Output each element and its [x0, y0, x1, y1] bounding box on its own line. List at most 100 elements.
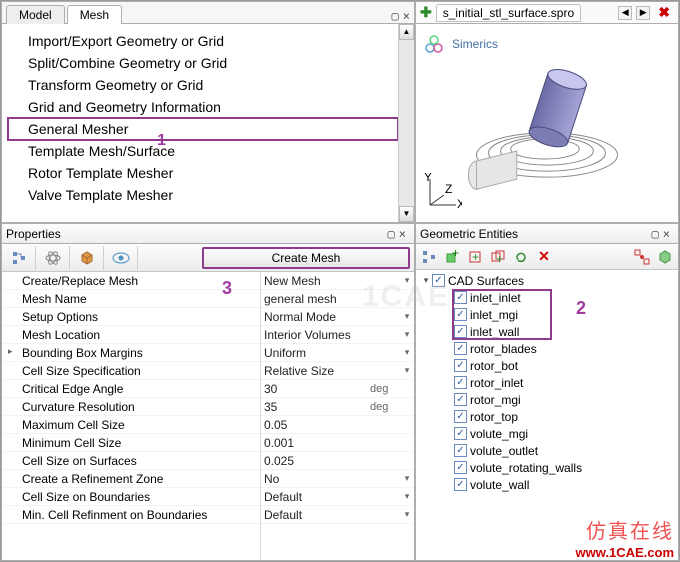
- toolbar-eye-icon[interactable]: [104, 246, 138, 270]
- close-tab-icon[interactable]: ✖: [654, 4, 674, 21]
- annotation-2: 2: [576, 298, 586, 319]
- entity-item[interactable]: ✓volute_mgi: [416, 425, 678, 442]
- entity-item[interactable]: ✓inlet_inlet: [416, 289, 678, 306]
- checkbox-icon[interactable]: ✓: [454, 291, 467, 304]
- checkbox-icon[interactable]: ✓: [454, 308, 467, 321]
- mesh-command-item[interactable]: Transform Geometry or Grid: [8, 74, 398, 96]
- property-value[interactable]: Interior Volumes: [260, 328, 370, 342]
- property-label: Mesh Location: [2, 328, 260, 342]
- entity-add-cube-icon[interactable]: +: [441, 246, 463, 268]
- checkbox-icon[interactable]: ✓: [454, 478, 467, 491]
- checkbox-icon[interactable]: ✓: [454, 461, 467, 474]
- panel-float-icon[interactable]: ▢: [392, 9, 399, 23]
- panel-float-icon[interactable]: ▢: [652, 227, 659, 241]
- entity-delete-icon[interactable]: ✕: [533, 246, 555, 268]
- entity-label: rotor_inlet: [470, 376, 523, 390]
- dropdown-icon[interactable]: ▾: [400, 347, 414, 358]
- tab-mesh[interactable]: Mesh: [67, 5, 122, 24]
- property-value[interactable]: New Mesh: [260, 274, 370, 288]
- tab-model[interactable]: Model: [6, 5, 65, 24]
- property-value[interactable]: general mesh: [260, 292, 370, 306]
- scrollbar[interactable]: ▲ ▼: [398, 24, 414, 222]
- mesh-command-item[interactable]: Grid and Geometry Information: [8, 96, 398, 118]
- property-value[interactable]: Default: [260, 490, 370, 504]
- property-value[interactable]: No: [260, 472, 370, 486]
- checkbox-icon[interactable]: ✓: [454, 342, 467, 355]
- panel-float-icon[interactable]: ▢: [388, 227, 395, 241]
- property-label: Create a Refinement Zone: [2, 472, 260, 486]
- entities-toolbar: + + + ✕: [416, 244, 678, 270]
- scroll-up-icon[interactable]: ▲: [399, 24, 414, 40]
- mesh-command-item[interactable]: Rotor Template Mesher: [8, 162, 398, 184]
- entity-target-icon[interactable]: [631, 246, 653, 268]
- entity-tree-icon[interactable]: [418, 246, 440, 268]
- property-row: Min. Cell Refinment on BoundariesDefault…: [2, 506, 414, 524]
- dropdown-icon[interactable]: ▾: [400, 365, 414, 376]
- toolbar-cube-icon[interactable]: [70, 246, 104, 270]
- toolbar-atom-icon[interactable]: [36, 246, 70, 270]
- property-label: Cell Size on Boundaries: [2, 490, 260, 504]
- next-tab-icon[interactable]: ▶: [636, 6, 650, 20]
- dropdown-icon[interactable]: ▾: [400, 311, 414, 322]
- checkbox-icon[interactable]: ✓: [454, 376, 467, 389]
- viewport-3d[interactable]: Simerics: [416, 24, 678, 222]
- checkbox-icon[interactable]: ✓: [454, 393, 467, 406]
- property-row: Mesh LocationInterior Volumes ▾: [2, 326, 414, 344]
- checkbox-icon[interactable]: ✓: [454, 410, 467, 423]
- mesh-command-list: 1 Import/Export Geometry or GridSplit/Co…: [2, 24, 398, 222]
- property-label: Create/Replace Mesh: [2, 274, 260, 288]
- property-value[interactable]: Relative Size: [260, 364, 370, 378]
- checkbox-icon[interactable]: ✓: [454, 325, 467, 338]
- dropdown-icon[interactable]: ▾: [400, 275, 414, 286]
- entity-item[interactable]: ✓volute_outlet: [416, 442, 678, 459]
- mesh-command-item[interactable]: Import/Export Geometry or Grid: [8, 30, 398, 52]
- entity-item[interactable]: ✓rotor_inlet: [416, 374, 678, 391]
- property-row: Setup OptionsNormal Mode▾: [2, 308, 414, 326]
- entity-add-icon[interactable]: +: [464, 246, 486, 268]
- entity-box-icon[interactable]: [654, 246, 676, 268]
- entity-item[interactable]: ✓inlet_mgi: [416, 306, 678, 323]
- entity-refresh-icon[interactable]: [510, 246, 532, 268]
- property-value[interactable]: 0.05: [260, 418, 370, 432]
- entity-item[interactable]: ✓inlet_wall: [416, 323, 678, 340]
- add-tab-icon[interactable]: ✚: [420, 4, 432, 21]
- property-value[interactable]: Default: [260, 508, 370, 522]
- mesh-command-item[interactable]: Valve Template Mesher: [8, 184, 398, 206]
- prev-tab-icon[interactable]: ◀: [618, 6, 632, 20]
- panel-close-icon[interactable]: ×: [663, 227, 670, 241]
- property-label: Critical Edge Angle: [2, 382, 260, 396]
- dropdown-icon[interactable]: ▾: [400, 491, 414, 502]
- mesh-command-item[interactable]: Split/Combine Geometry or Grid: [8, 52, 398, 74]
- property-value[interactable]: Uniform: [260, 346, 370, 360]
- checkbox-icon[interactable]: ✓: [454, 359, 467, 372]
- entity-item[interactable]: ✓volute_wall: [416, 476, 678, 493]
- panel-close-icon[interactable]: ×: [399, 227, 406, 241]
- entity-add-group-icon[interactable]: +: [487, 246, 509, 268]
- property-value[interactable]: 30: [260, 382, 370, 396]
- property-value[interactable]: Normal Mode: [260, 310, 370, 324]
- entity-item[interactable]: ✓rotor_blades: [416, 340, 678, 357]
- panel-close-icon[interactable]: ×: [403, 9, 410, 23]
- create-mesh-button[interactable]: Create Mesh: [202, 247, 410, 269]
- scroll-down-icon[interactable]: ▼: [399, 206, 414, 222]
- checkbox-icon[interactable]: ✓: [454, 444, 467, 457]
- entities-root[interactable]: ▾✓CAD Surfaces: [416, 272, 678, 289]
- mesh-command-item[interactable]: General Mesher: [8, 118, 398, 140]
- checkbox-icon[interactable]: ✓: [454, 427, 467, 440]
- property-value[interactable]: 0.025: [260, 454, 370, 468]
- dropdown-icon[interactable]: ▾: [400, 509, 414, 520]
- dropdown-icon[interactable]: ▾: [400, 329, 414, 340]
- property-value[interactable]: 0.001: [260, 436, 370, 450]
- entity-item[interactable]: ✓rotor_mgi: [416, 391, 678, 408]
- entity-item[interactable]: ✓volute_rotating_walls: [416, 459, 678, 476]
- property-value[interactable]: 35: [260, 400, 370, 414]
- file-tab[interactable]: s_initial_stl_surface.spro: [436, 4, 581, 22]
- entity-item[interactable]: ✓rotor_top: [416, 408, 678, 425]
- svg-text:Y: Y: [424, 173, 432, 184]
- entities-title: Geometric Entities: [420, 227, 652, 241]
- entity-item[interactable]: ✓rotor_bot: [416, 357, 678, 374]
- svg-text:X: X: [457, 197, 462, 211]
- dropdown-icon[interactable]: ▾: [400, 473, 414, 484]
- mesh-command-item[interactable]: Template Mesh/Surface: [8, 140, 398, 162]
- toolbar-tree-icon[interactable]: [2, 246, 36, 270]
